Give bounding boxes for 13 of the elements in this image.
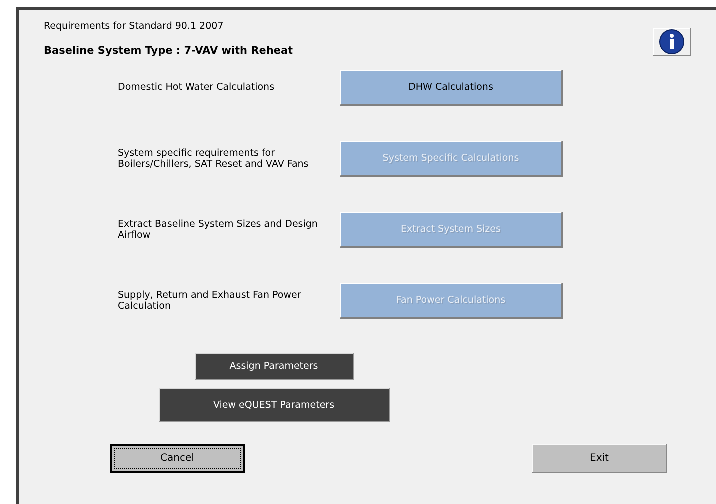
calculation-description: System specific requirements for Boilers/Chillers, SAT Reset and VAV Fans bbox=[117, 148, 310, 170]
calculation-description: Domestic Hot Water Calculations bbox=[117, 82, 276, 93]
cancel-button[interactable]: Cancel bbox=[110, 444, 245, 473]
calculation-description: Extract Baseline System Sizes and Design Airflow bbox=[117, 218, 319, 240]
exit-button[interactable]: Exit bbox=[532, 444, 667, 473]
view-parameters-button[interactable]: View eQUEST Parameters bbox=[158, 388, 390, 422]
calculation-button[interactable]: DHW Calculations bbox=[340, 70, 563, 106]
calculation-description: Supply, Return and Exhaust Fan Power Calculation bbox=[117, 290, 302, 312]
info-button[interactable] bbox=[653, 28, 691, 56]
system-type-title: Baseline System Type : 7-VAV with Reheat bbox=[44, 45, 294, 57]
info-icon bbox=[659, 29, 685, 55]
requirements-text: Requirements for Standard 90.1 2007 bbox=[44, 21, 225, 34]
assign-parameters-button[interactable]: Assign Parameters bbox=[194, 353, 354, 380]
